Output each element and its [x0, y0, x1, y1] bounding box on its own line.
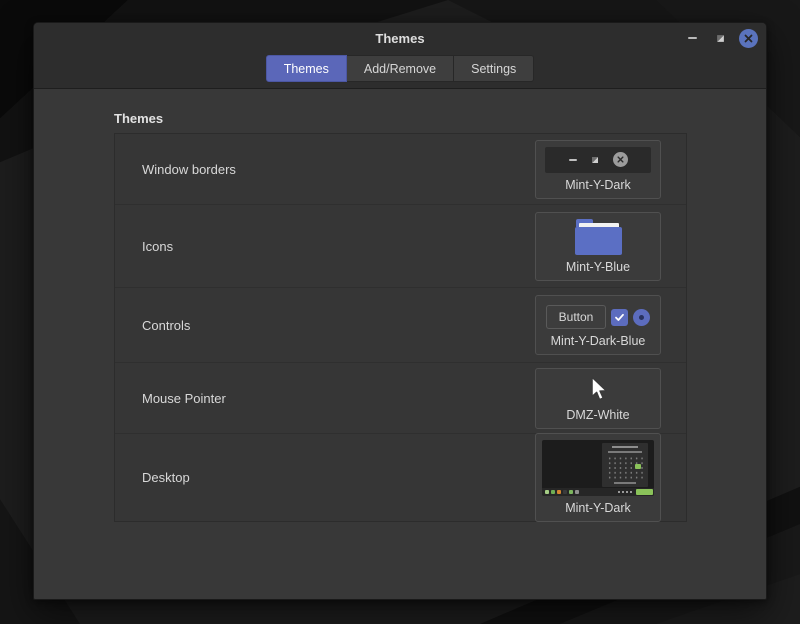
- maximize-button[interactable]: [711, 29, 730, 48]
- panel-clock-highlight: [636, 489, 653, 495]
- window-title: Themes: [375, 31, 425, 46]
- tab-themes[interactable]: Themes: [265, 55, 347, 82]
- window-borders-preview-button[interactable]: Mint-Y-Dark: [535, 139, 661, 199]
- titlebar[interactable]: Themes: [34, 23, 766, 53]
- controls-thumbnail: Button: [545, 305, 651, 329]
- cursor-thumbnail: [590, 375, 607, 403]
- row-label: Icons: [142, 238, 174, 254]
- row-label: Mouse Pointer: [142, 390, 226, 406]
- row-label: Desktop: [142, 470, 190, 485]
- theme-name: Mint-Y-Dark: [565, 501, 631, 515]
- tab-bar: Themes Add/Remove Settings: [34, 55, 766, 82]
- desktop-thumbnail: [542, 440, 654, 496]
- content-area: Themes Window borders Mint-Y-Dark Icons …: [34, 89, 766, 522]
- row-desktop: Desktop Mint-Y-Dark: [115, 433, 686, 522]
- calendar-applet-thumbnail: [602, 443, 648, 487]
- theme-name: Mint-Y-Dark-Blue: [550, 334, 646, 348]
- close-button[interactable]: [739, 28, 758, 48]
- theme-name: DMZ-White: [566, 407, 630, 422]
- minimize-icon: [568, 158, 577, 161]
- theme-name: Mint-Y-Blue: [565, 259, 631, 274]
- tab-add-remove[interactable]: Add/Remove: [346, 55, 455, 82]
- sample-button: Button: [545, 305, 607, 329]
- close-icon: [612, 152, 628, 167]
- themes-list: Window borders Mint-Y-Dark Icons Mint-Y-…: [114, 133, 687, 522]
- minimize-button[interactable]: [683, 29, 702, 48]
- window-header: Themes Themes Add/Remove Settings: [34, 23, 766, 89]
- window-controls: [683, 23, 758, 53]
- row-label: Controls: [142, 317, 191, 333]
- theme-name: Mint-Y-Dark: [565, 177, 631, 192]
- row-controls: Controls Button Mint-Y-Dark-Blue: [115, 288, 686, 363]
- tab-settings[interactable]: Settings: [454, 55, 535, 82]
- folder-icon: [574, 218, 622, 255]
- desktop-preview-button[interactable]: Mint-Y-Dark: [535, 433, 661, 522]
- checkbox-checked-icon: [611, 308, 629, 326]
- desktop: { "window": { "title": "Themes" }, "tabs…: [0, 0, 800, 624]
- row-mouse-pointer: Mouse Pointer DMZ-White: [115, 363, 686, 434]
- selected-day-highlight: [635, 464, 641, 469]
- row-icons: Icons Mint-Y-Blue: [115, 205, 686, 288]
- maximize-icon: [591, 156, 598, 163]
- row-label: Window borders: [142, 161, 236, 177]
- window-border-thumbnail: [545, 146, 651, 173]
- panel-thumbnail: [542, 488, 654, 496]
- themes-window: Themes Themes Add/Remove Settings Themes…: [33, 22, 767, 600]
- arrow-cursor-icon: [590, 376, 607, 400]
- row-window-borders: Window borders Mint-Y-Dark: [115, 134, 686, 205]
- panel-launcher-icons: [545, 490, 579, 494]
- minimize-icon: [688, 37, 697, 39]
- section-header: Themes: [114, 111, 164, 126]
- panel-tray-icons: [618, 489, 653, 495]
- close-icon: [744, 34, 753, 42]
- controls-preview-button[interactable]: Button Mint-Y-Dark-Blue: [535, 295, 661, 355]
- mouse-pointer-preview-button[interactable]: DMZ-White: [535, 367, 661, 429]
- icons-preview-button[interactable]: Mint-Y-Blue: [535, 211, 661, 281]
- radio-selected-icon: [633, 308, 651, 326]
- maximize-icon: [717, 34, 724, 42]
